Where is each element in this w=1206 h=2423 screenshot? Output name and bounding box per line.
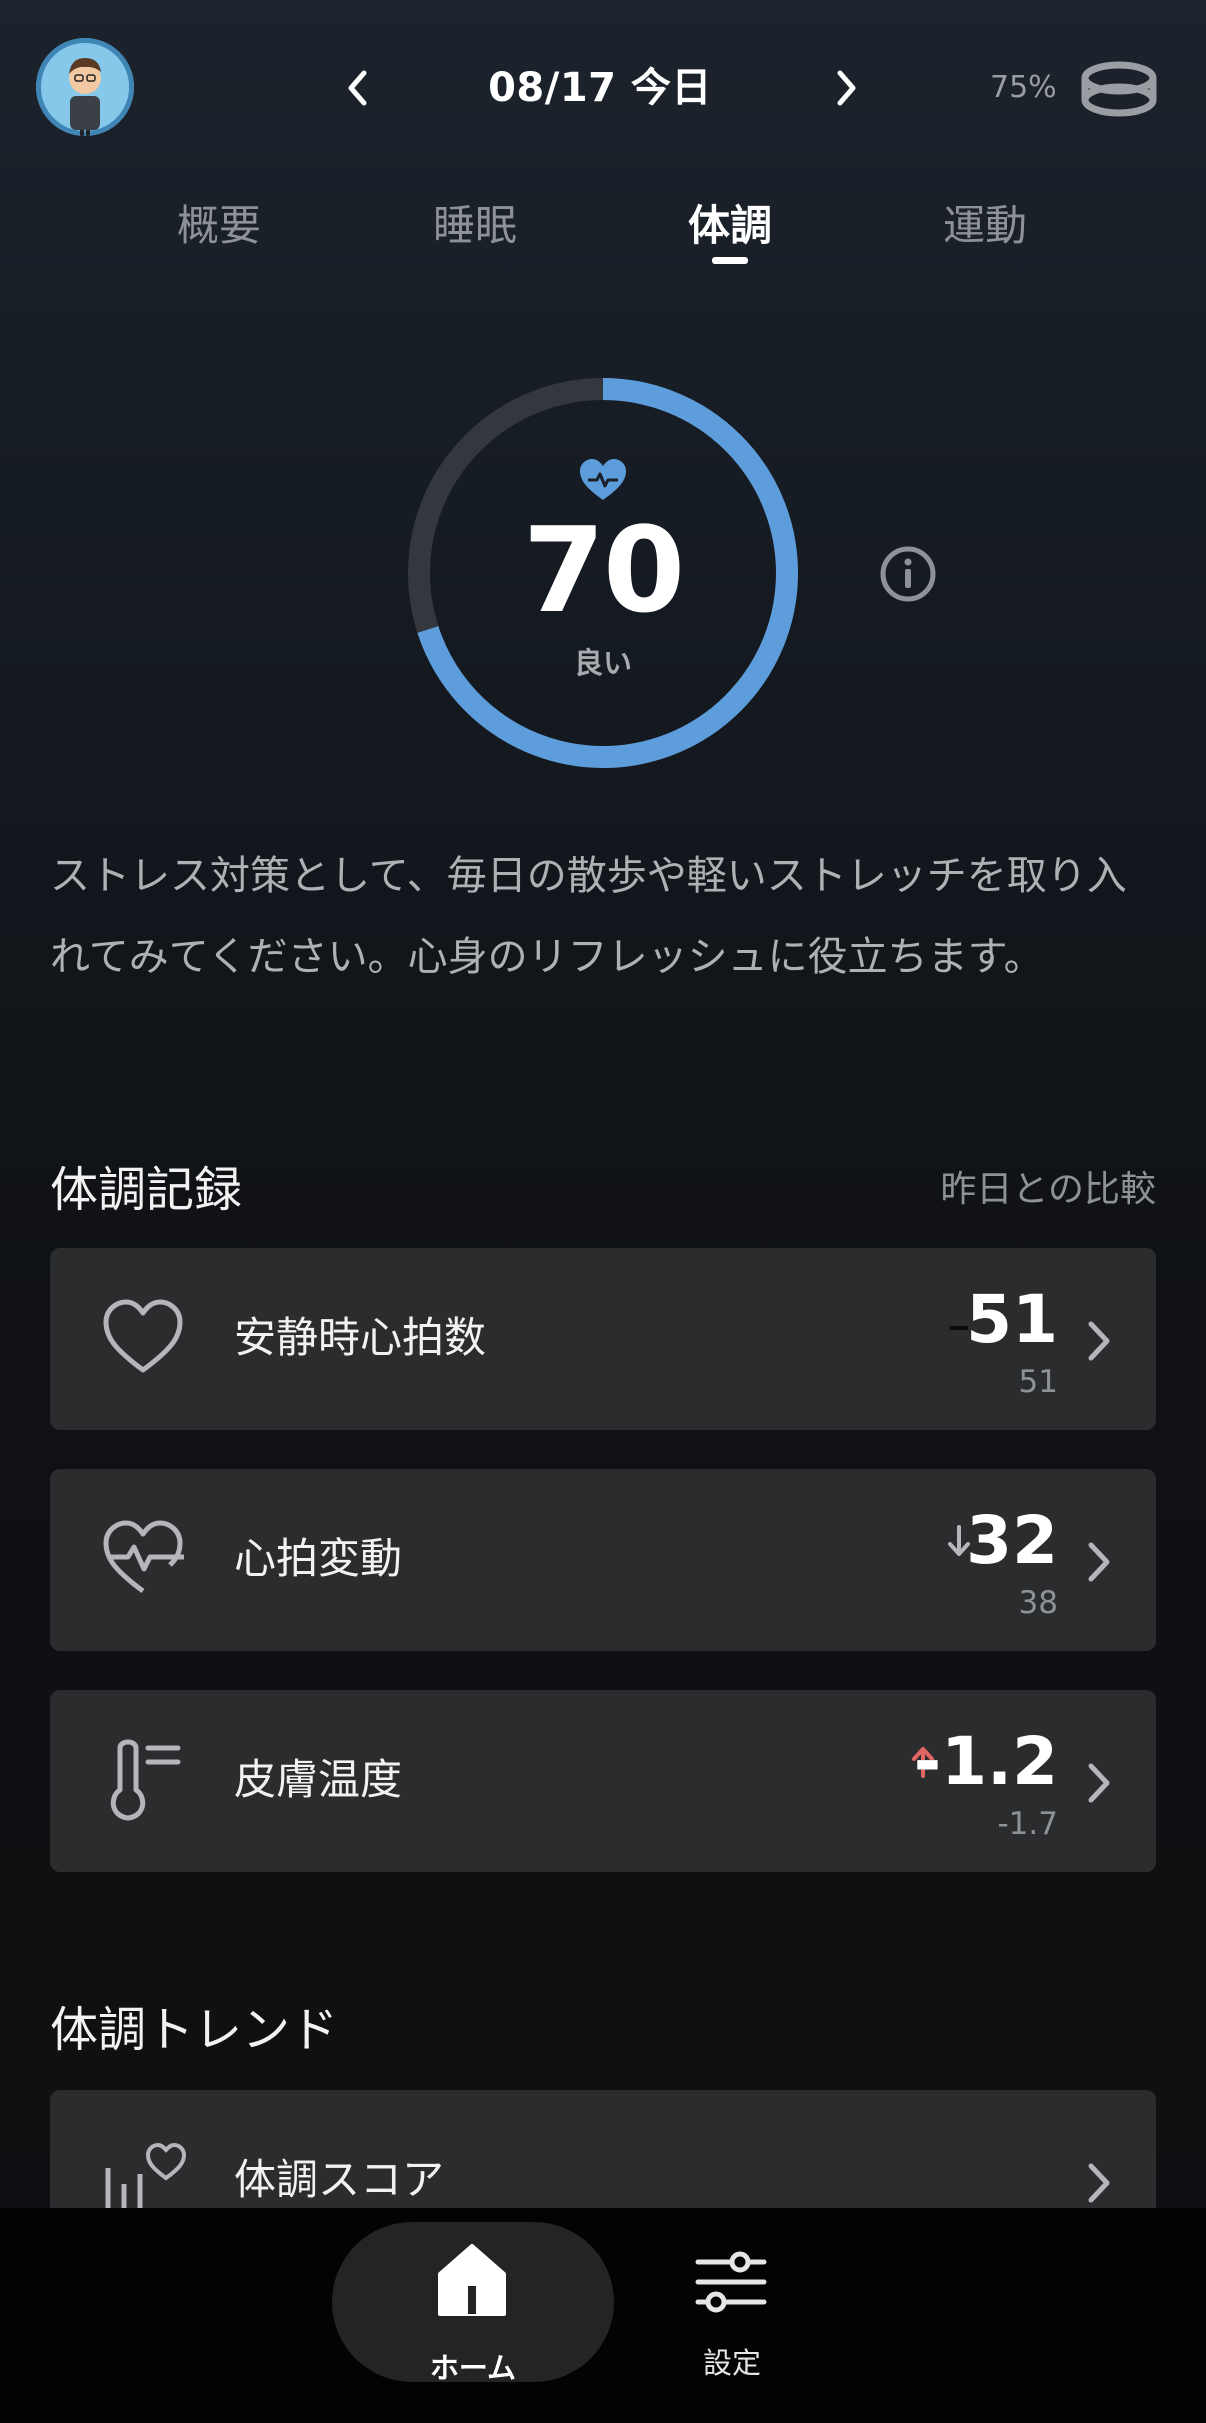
record-previous: -1.7: [997, 1806, 1059, 1842]
active-tab-indicator: [712, 257, 748, 264]
avatar-illustration: [41, 43, 129, 136]
chevron-right-icon: [1084, 2160, 1114, 2206]
chevron-left-icon: [348, 70, 367, 106]
chevron-right-icon: [837, 70, 856, 106]
heart-pulse-icon: [98, 1513, 188, 1603]
record-label: 安静時心拍数: [234, 1313, 487, 1362]
heart-icon: [98, 1292, 188, 1382]
record-card-skin-temp[interactable]: 皮膚温度 -1.2 -1.7: [50, 1690, 1156, 1872]
trend-label: 体調スコア: [234, 2155, 445, 2204]
advice-text: ストレス対策として、毎日の散歩や軽いストレッチを取り入れてみてください。心身のリ…: [50, 853, 1127, 980]
record-card-hrv[interactable]: 心拍変動 32 38: [50, 1469, 1156, 1651]
records-title: 体調記録: [50, 1162, 243, 1218]
record-previous: 51: [1018, 1364, 1058, 1400]
avatar[interactable]: [36, 38, 134, 136]
chevron-right-icon: [1084, 1539, 1114, 1585]
record-previous: 38: [1018, 1585, 1058, 1621]
heart-pulse-icon: [578, 458, 628, 502]
tab-condition[interactable]: 体調: [655, 196, 805, 256]
info-icon[interactable]: [878, 544, 938, 604]
settings-sliders-icon[interactable]: [690, 2244, 772, 2320]
tab-activity[interactable]: 運動: [910, 196, 1060, 256]
compare-label: 昨日との比較: [940, 1169, 1156, 1210]
smart-ring-icon[interactable]: [1080, 58, 1158, 120]
next-day-button[interactable]: [822, 60, 872, 116]
record-value: 32: [966, 1502, 1058, 1579]
nav-settings-label[interactable]: 設定: [660, 2340, 804, 2382]
battery-level: 75%: [990, 70, 1057, 105]
date-title[interactable]: 08/17 今日: [440, 58, 760, 118]
home-icon: [436, 2242, 508, 2318]
score-value: 70: [522, 501, 685, 639]
thermometer-icon: [98, 1734, 188, 1824]
prev-day-button[interactable]: [332, 60, 382, 116]
tab-overview[interactable]: 概要: [144, 196, 294, 256]
trends-title: 体調トレンド: [50, 2002, 339, 2058]
record-card-resting-hr[interactable]: 安静時心拍数 51 51: [50, 1248, 1156, 1430]
record-label: 皮膚温度: [234, 1755, 403, 1804]
chevron-right-icon: [1084, 1318, 1114, 1364]
record-label: 心拍変動: [234, 1534, 403, 1583]
score-label: 良い: [573, 646, 632, 680]
chevron-right-icon: [1084, 1760, 1114, 1806]
record-value: -1.2: [913, 1723, 1058, 1800]
nav-home-label: ホーム: [429, 2351, 517, 2385]
record-value: 51: [966, 1281, 1058, 1358]
tab-sleep[interactable]: 睡眠: [400, 196, 550, 256]
